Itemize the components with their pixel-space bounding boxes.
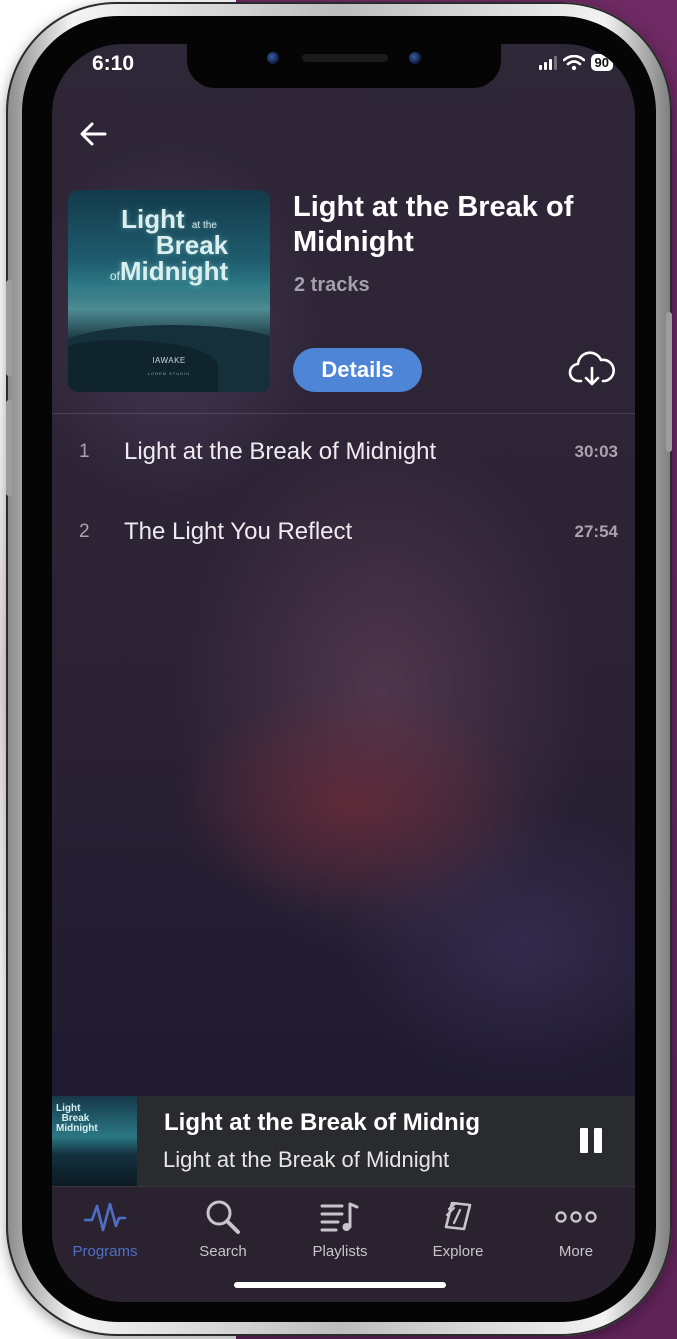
mini-player-title: Light at the Break of Midnig bbox=[164, 1109, 480, 1136]
cover-brand: IAWAKE bbox=[152, 356, 186, 365]
power-button bbox=[666, 312, 672, 452]
mini-player-subtitle: Light at the Break of Midnight bbox=[163, 1147, 450, 1172]
home-indicator[interactable] bbox=[234, 1282, 446, 1288]
pause-icon bbox=[580, 1128, 588, 1153]
track-row[interactable]: 1 Light at the Break of Midnight 30:03 bbox=[52, 424, 635, 484]
wifi-icon bbox=[562, 54, 585, 71]
volume-up-button bbox=[6, 280, 12, 376]
status-indicators: 90 bbox=[538, 54, 613, 71]
search-icon bbox=[173, 1197, 273, 1237]
cover-title: Light at the Break ofMidnight bbox=[68, 206, 270, 284]
track-number: 2 bbox=[79, 521, 90, 542]
tab-explore[interactable]: Explore bbox=[408, 1197, 508, 1260]
tab-search[interactable]: Search bbox=[173, 1197, 273, 1260]
details-button[interactable]: Details bbox=[293, 348, 422, 392]
tab-label: Explore bbox=[432, 1243, 484, 1260]
camera-icon bbox=[267, 52, 279, 64]
cover-brand-sub: LOREM STUDIO bbox=[147, 371, 191, 376]
signal-icon bbox=[538, 55, 557, 70]
tab-label: Programs bbox=[72, 1243, 138, 1260]
track-row[interactable]: 2 The Light You Reflect 27:54 bbox=[52, 504, 635, 564]
track-count: 2 tracks bbox=[294, 274, 370, 296]
app-screen: 6:10 90 Light at the Break ofMidnight IA… bbox=[52, 44, 635, 1302]
cards-icon bbox=[408, 1197, 508, 1237]
waveform-icon bbox=[55, 1197, 155, 1237]
track-number: 1 bbox=[79, 441, 90, 462]
more-dots-icon bbox=[526, 1197, 626, 1237]
pause-button[interactable] bbox=[576, 1126, 606, 1156]
cover-title-small: of bbox=[109, 269, 120, 283]
tab-more[interactable]: More bbox=[526, 1197, 626, 1260]
track-duration: 30:03 bbox=[574, 442, 618, 461]
playlist-icon bbox=[290, 1197, 390, 1237]
volume-down-button bbox=[6, 400, 12, 496]
cloud-download-icon bbox=[568, 351, 615, 386]
status-time: 6:10 bbox=[92, 52, 135, 75]
back-button[interactable] bbox=[78, 119, 108, 149]
sensor-icon bbox=[409, 52, 421, 64]
download-button[interactable] bbox=[568, 350, 616, 390]
tab-label: Search bbox=[199, 1243, 247, 1260]
battery-indicator: 90 bbox=[590, 54, 613, 71]
tab-label: Playlists bbox=[312, 1243, 368, 1260]
track-title: Light at the Break of Midnight bbox=[124, 438, 437, 465]
tab-label: More bbox=[558, 1243, 594, 1260]
tab-playlists[interactable]: Playlists bbox=[290, 1197, 390, 1260]
album-title: Light at the Break of Midnight bbox=[293, 191, 574, 258]
mini-player-artwork: Light Break Midnight bbox=[52, 1096, 137, 1186]
track-duration: 27:54 bbox=[574, 522, 618, 541]
album-cover: Light at the Break ofMidnight IAWAKE LOR… bbox=[68, 190, 270, 392]
cover-title-word: Midnight bbox=[119, 256, 229, 286]
tab-programs[interactable]: Programs bbox=[55, 1197, 155, 1260]
mini-player[interactable]: Light Break Midnight Light at the Break … bbox=[52, 1096, 635, 1186]
speaker-grille bbox=[302, 54, 388, 62]
notch bbox=[187, 44, 501, 88]
arrow-left-icon bbox=[80, 122, 107, 146]
mini-artwork-title: Light Break Midnight bbox=[56, 1103, 98, 1134]
track-title: The Light You Reflect bbox=[124, 518, 353, 545]
header-divider bbox=[52, 413, 635, 414]
